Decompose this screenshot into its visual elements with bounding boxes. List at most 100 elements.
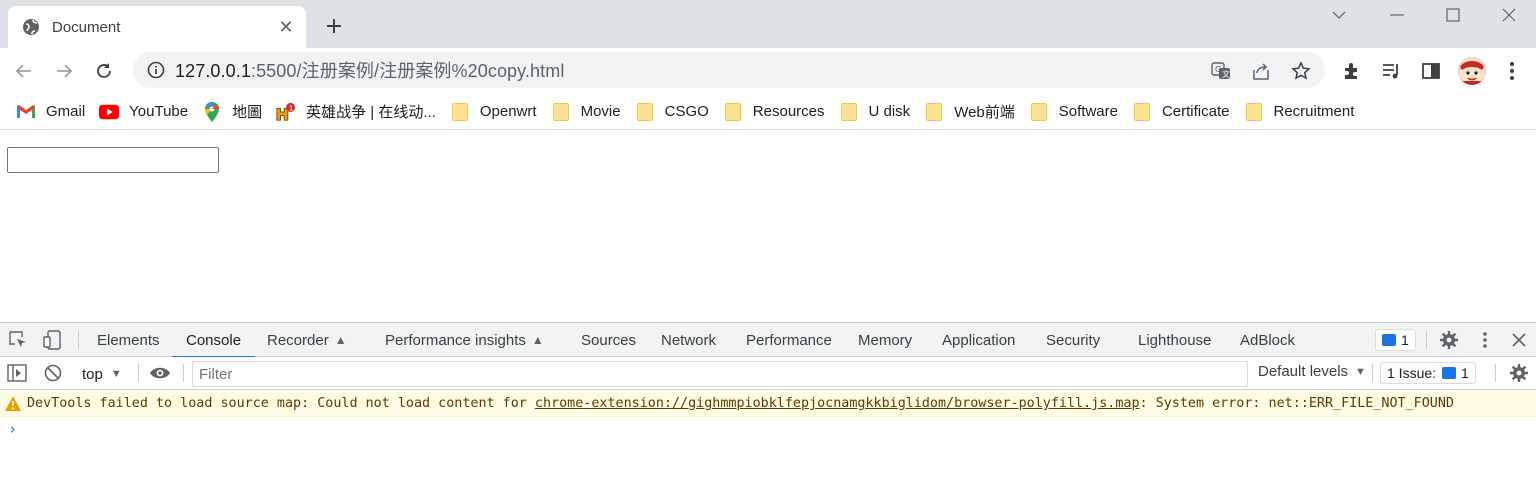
bookmark-label: 地圖 [232, 104, 263, 121]
bookmark-folder-recruitment[interactable]: Recruitment [1242, 98, 1363, 126]
bookmark-folder-certificate[interactable]: Certificate [1130, 98, 1238, 126]
tab-application[interactable]: Application [942, 323, 1015, 357]
tab-lighthouse[interactable]: Lighthouse [1138, 323, 1211, 357]
bookmark-folder-software[interactable]: Software [1027, 98, 1126, 126]
bookmark-label: CSGO [664, 103, 709, 120]
reload-button[interactable] [88, 55, 120, 87]
bookmark-label: Resources [752, 103, 825, 120]
sidebar-toggle-icon[interactable] [5, 361, 29, 385]
bookmark-folder-openwrt[interactable]: Openwrt [448, 98, 545, 126]
bookmark-folder-web[interactable]: Web前端 [922, 98, 1023, 126]
maximize-button[interactable] [1424, 0, 1482, 30]
bookmark-youtube[interactable]: YouTube [97, 98, 196, 126]
bookmark-label: Web前端 [954, 104, 1015, 121]
address-bar[interactable]: 127.0.0.1:5500/注册案例/注册案例%20copy.html 文G [133, 52, 1325, 88]
menu-icon[interactable] [1500, 59, 1524, 83]
browser-toolbar: 127.0.0.1:5500/注册案例/注册案例%20copy.html 文G [0, 48, 1536, 94]
bookmark-maps[interactable]: 地圖 [200, 98, 270, 126]
console-warning-row: DevTools failed to load source map: Coul… [0, 391, 1536, 417]
bookmark-star-icon[interactable] [1290, 60, 1312, 82]
back-button[interactable] [8, 55, 40, 87]
svg-text:1: 1 [289, 103, 294, 112]
side-panel-icon[interactable] [1419, 59, 1443, 83]
share-icon[interactable] [1250, 60, 1272, 82]
svg-text:文: 文 [1222, 69, 1230, 79]
device-toolbar-icon[interactable] [40, 328, 64, 352]
folder-icon [1132, 102, 1152, 121]
tab-network[interactable]: Network [661, 323, 716, 357]
url-text[interactable]: 127.0.0.1:5500/注册案例/注册案例%20copy.html [175, 57, 564, 83]
tab-adblock[interactable]: AdBlock [1240, 323, 1295, 357]
minimize-button[interactable] [1368, 0, 1426, 30]
info-icon[interactable] [147, 61, 165, 79]
extensions-icon[interactable] [1340, 59, 1364, 83]
folder-icon [450, 102, 470, 121]
tab-sources[interactable]: Sources [581, 323, 636, 357]
bookmark-folder-movie[interactable]: Movie [549, 98, 629, 126]
folder-icon [723, 102, 743, 121]
more-options-icon[interactable] [1473, 328, 1497, 352]
bookmark-label: U disk [868, 103, 911, 120]
folder-icon [551, 102, 571, 121]
console-toolbar: top ▼ Default levels ▼ 1 Issue: 1 [0, 357, 1536, 390]
bookmark-folder-u-disk[interactable]: U disk [837, 98, 919, 126]
tab-memory[interactable]: Memory [858, 323, 912, 357]
console-settings-gear-icon[interactable] [1507, 361, 1531, 385]
bookmark-gmail[interactable]: Gmail [14, 98, 93, 126]
eye-icon[interactable] [148, 361, 172, 385]
tab-recorder[interactable]: Recorder ▲ [267, 323, 347, 357]
issues-badge[interactable]: 1 [1375, 329, 1416, 351]
log-levels-dropdown[interactable]: Default levels ▼ [1258, 363, 1366, 380]
tab-console[interactable]: Console [171, 323, 256, 358]
bookmarks-bar: Gmail YouTube 地圖 1 英雄战争 | 在线动... Openwrt… [0, 94, 1536, 130]
tab-elements[interactable]: Elements [97, 323, 160, 357]
console-prompt[interactable]: › [8, 420, 17, 438]
bookmark-game[interactable]: 1 英雄战争 | 在线动... [274, 98, 444, 126]
warning-prefix: DevTools failed to load source map: Coul… [27, 396, 535, 411]
dropdown-icon: ▼ [1355, 365, 1366, 378]
context-select[interactable]: top ▼ [82, 363, 122, 385]
browser-tab[interactable]: Document ✕ [8, 6, 306, 48]
divider [78, 331, 79, 349]
globe-icon [22, 18, 40, 36]
tab-title: Document [52, 18, 121, 36]
filter-input[interactable] [192, 361, 1248, 387]
tab-search-icon[interactable] [1310, 0, 1368, 30]
devtools-panel: Elements Console Recorder ▲ Performance i… [0, 322, 1536, 502]
media-queue-icon[interactable] [1379, 59, 1403, 83]
bookmark-folder-resources[interactable]: Resources [721, 98, 833, 126]
text-input[interactable] [7, 147, 219, 173]
maps-icon [202, 101, 222, 122]
svg-text:G: G [1215, 65, 1221, 74]
inspect-element-icon[interactable] [6, 328, 30, 352]
bookmark-folder-csgo[interactable]: CSGO [633, 98, 717, 126]
experiment-icon: ▲ [334, 333, 347, 347]
translate-icon[interactable]: 文G [1210, 60, 1232, 82]
source-map-link[interactable]: chrome-extension://gighmmpiobklfepjocnam… [535, 396, 1140, 411]
close-icon[interactable]: ✕ [276, 17, 296, 37]
bookmark-label: YouTube [129, 103, 189, 120]
tab-performance[interactable]: Performance [746, 323, 832, 357]
close-devtools-icon[interactable] [1507, 328, 1531, 352]
folder-icon [1244, 102, 1264, 121]
issues-label: 1 Issue: [1387, 365, 1437, 381]
close-window-button[interactable] [1480, 0, 1536, 30]
console-issues-button[interactable]: 1 Issue: 1 [1380, 362, 1476, 384]
tab-security[interactable]: Security [1046, 323, 1100, 357]
game-icon: 1 [276, 102, 296, 121]
avatar[interactable] [1458, 57, 1486, 85]
new-tab-button[interactable] [320, 12, 348, 40]
url-path: :5500/注册案例/注册案例%20copy.html [250, 61, 565, 81]
tab-strip: Document ✕ [0, 0, 1536, 48]
settings-gear-icon[interactable] [1437, 328, 1461, 352]
folder-icon [924, 102, 944, 121]
clear-console-icon[interactable] [41, 361, 65, 385]
dropdown-icon: ▼ [110, 368, 122, 380]
tab-performance-insights[interactable]: Performance insights ▲ [385, 323, 544, 357]
bookmark-label: Openwrt [479, 103, 537, 120]
message-icon [1442, 367, 1457, 379]
bookmark-label: Gmail [46, 103, 86, 120]
message-icon [1382, 334, 1396, 346]
forward-button[interactable] [48, 55, 80, 87]
youtube-icon [99, 103, 120, 121]
